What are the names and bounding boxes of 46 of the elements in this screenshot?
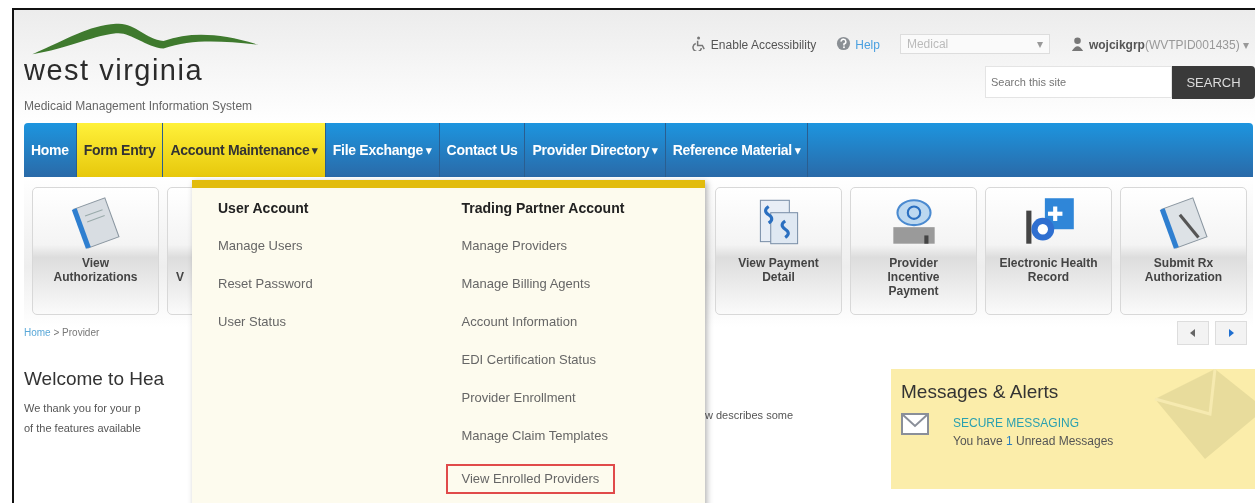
user-menu[interactable]: wojcikgrp(WVTPID001435) ▾ [1069,36,1249,52]
menu-item[interactable]: EDI Certification Status [461,350,596,388]
search-field[interactable]: Search this site [985,66,1172,98]
menu-item[interactable]: Manage Claim Templates [461,426,608,464]
intro-text: We thank you for your p [24,402,142,414]
site-subtitle: Medicaid Management Information System [24,99,254,113]
intro-text: w describes some [705,409,795,421]
user-icon [1069,36,1085,51]
nav-item[interactable]: Account Maintenance ▾ [163,123,326,177]
previous-button[interactable] [1177,321,1209,345]
shortcut-tile[interactable]: Submit Rx Authorization [1120,187,1247,315]
messages-title: Messages & Alerts [901,381,1060,403]
menu-heading: User Account [218,199,309,218]
envelope-icon [901,413,929,435]
tile-label: View Authorizations [52,256,139,284]
tile-label: Provider Incentive Payment [886,256,941,298]
menu-item[interactable]: Manage Billing Agents [461,274,591,312]
menu-item[interactable]: Manage Providers [461,236,567,274]
nav-item[interactable]: Form Entry [76,123,164,177]
shortcut-tile[interactable]: Provider Incentive Payment [850,187,977,315]
right-arrow-icon [1226,328,1236,338]
next-button[interactable] [1215,321,1247,345]
intro-text: of the features available [24,422,142,434]
logo-text: west virginia [24,54,205,87]
welcome-heading: Welcome to Hea [24,368,166,390]
menu-item[interactable]: Provider Enrollment [461,388,576,426]
menu-item[interactable]: Manage Users [218,236,303,274]
shortcut-tile[interactable]: View Authorizations [32,187,159,315]
tile-label: V [175,269,184,284]
menu-item[interactable]: View Enrolled Providers [445,464,616,494]
shortcut-tile[interactable]: View Payment Detail [715,187,842,315]
unread-messages-text: You have 1 Unread Messages [953,434,1114,448]
help-icon [836,36,852,51]
menu-item[interactable]: Account Information [461,312,578,350]
wheelchair-icon [691,36,707,51]
accessibility-link[interactable]: Enable Accessibility [691,36,817,52]
tile-label: Submit Rx Authorization [1143,256,1224,284]
shortcut-tile[interactable]: Electronic Health Record [985,187,1112,315]
menu-item[interactable]: User Status [218,312,286,350]
breadcrumb-text: > Provider [52,327,100,338]
menu-item[interactable]: Reset Password [218,274,313,312]
menu-heading: Trading Partner Account [461,199,625,218]
search-button[interactable]: SEARCH [1172,66,1255,99]
tile-label: View Payment Detail [737,256,820,284]
left-arrow-icon [1188,328,1198,338]
tile-label: Electronic Health Record [998,256,1099,284]
